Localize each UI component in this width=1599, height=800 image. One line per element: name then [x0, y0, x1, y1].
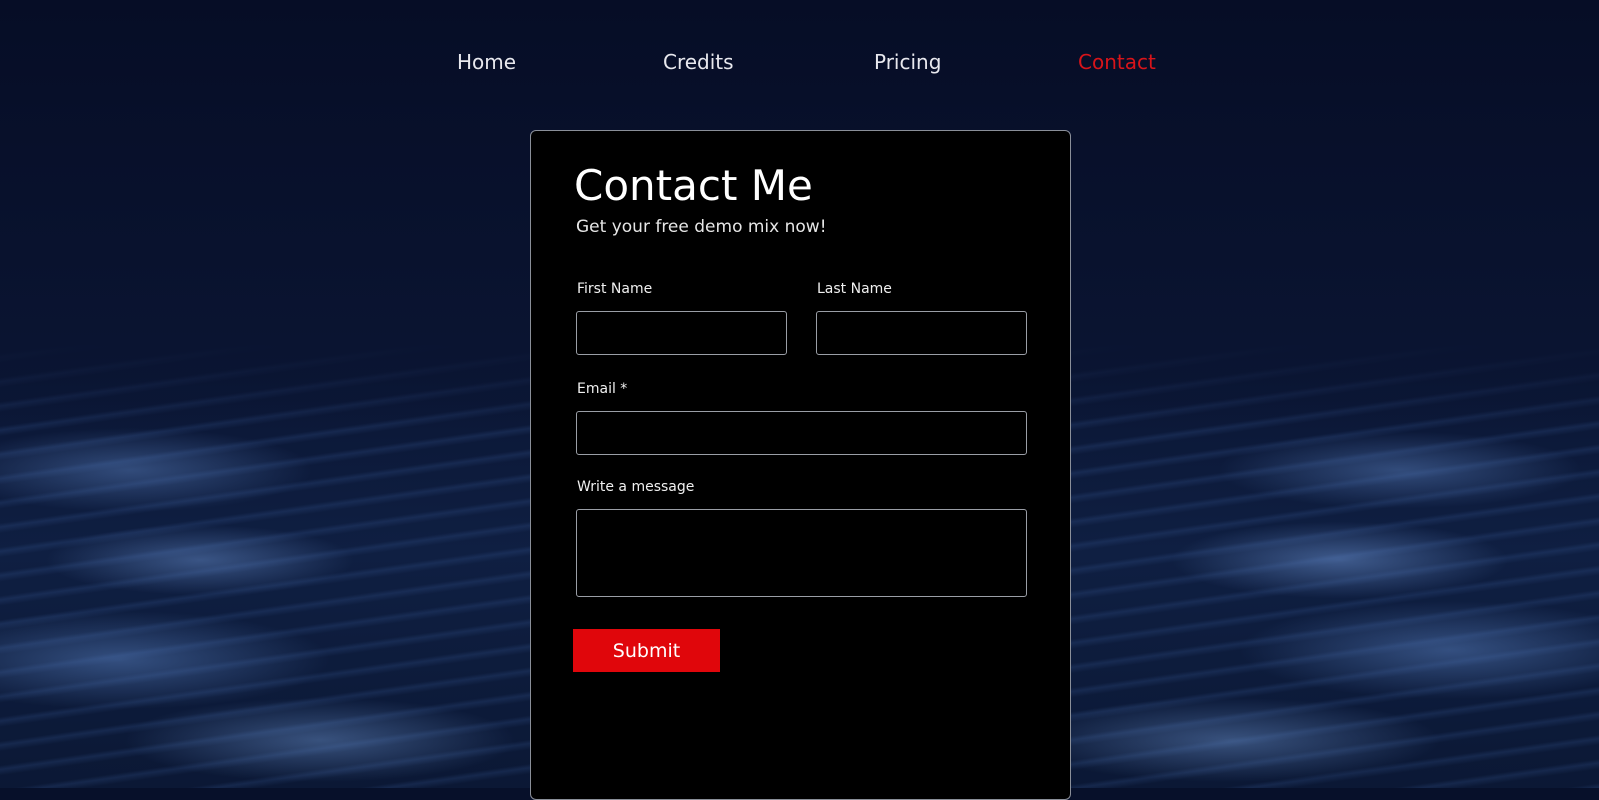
email-input[interactable] — [576, 411, 1027, 455]
last-name-label: Last Name — [817, 281, 892, 297]
last-name-input[interactable] — [816, 311, 1027, 355]
email-label: Email * — [577, 381, 628, 397]
message-label: Write a message — [577, 479, 695, 495]
first-name-label: First Name — [577, 281, 653, 297]
nav-link-home[interactable]: Home — [457, 50, 516, 74]
form-title: Contact Me — [574, 161, 813, 210]
submit-button[interactable]: Submit — [573, 629, 720, 672]
nav-link-contact[interactable]: Contact — [1078, 50, 1156, 74]
nav-link-credits[interactable]: Credits — [663, 50, 734, 74]
message-textarea[interactable] — [576, 509, 1027, 597]
first-name-input[interactable] — [576, 311, 787, 355]
nav-link-pricing[interactable]: Pricing — [874, 50, 941, 74]
form-subtitle: Get your free demo mix now! — [576, 217, 827, 237]
contact-form-panel: Contact Me Get your free demo mix now! F… — [530, 130, 1071, 800]
top-navigation: Home Credits Pricing Contact — [0, 50, 1599, 80]
